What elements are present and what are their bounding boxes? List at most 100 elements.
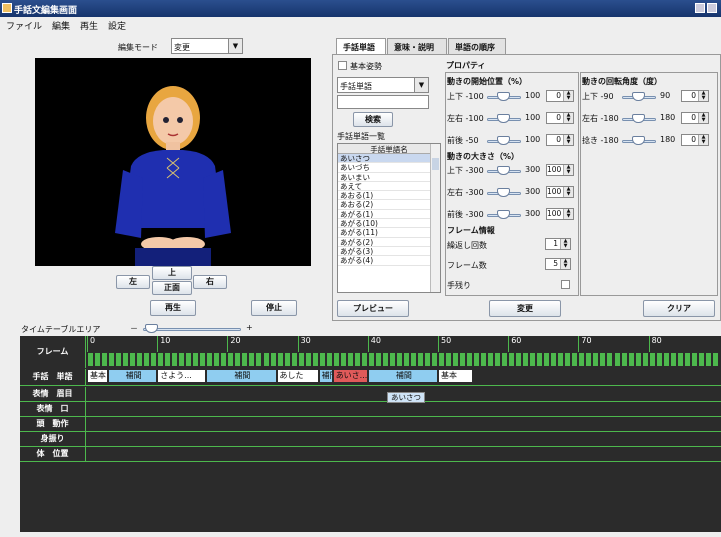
frame-cell[interactable] — [389, 353, 395, 366]
word-cell[interactable]: 補間 — [109, 370, 157, 382]
frame-cell[interactable] — [417, 353, 423, 366]
frame-cell[interactable] — [305, 353, 311, 366]
spinner-arrows-icon[interactable]: ▲ ▼ — [563, 209, 573, 219]
spinner-arrows-icon[interactable]: ▲ ▼ — [698, 135, 708, 145]
frame-cell[interactable] — [453, 353, 459, 366]
word-list-item[interactable]: あがる(1) — [338, 210, 440, 220]
frame-cell[interactable] — [193, 353, 199, 366]
frame-cell[interactable] — [165, 353, 171, 366]
frame-cell[interactable] — [712, 353, 718, 366]
frame-cell[interactable] — [431, 353, 437, 366]
property-slider[interactable] — [487, 166, 521, 176]
property-spinner[interactable]: 0 ▲ ▼ — [681, 90, 709, 102]
repeat-spinner[interactable]: 1 ▲ ▼ — [545, 238, 571, 250]
frame-cell[interactable] — [123, 353, 129, 366]
frame-cell[interactable] — [214, 353, 220, 366]
frame-cell[interactable] — [88, 353, 94, 366]
property-spinner[interactable]: 100 ▲ ▼ — [546, 208, 574, 220]
word-list-item[interactable]: あいまい — [338, 173, 440, 182]
property-spinner[interactable]: 0 ▲ ▼ — [681, 134, 709, 146]
frame-cell[interactable] — [474, 353, 480, 366]
frame-cell[interactable] — [270, 353, 276, 366]
frame-cell[interactable] — [186, 353, 192, 366]
word-cell[interactable]: さよう... — [158, 370, 206, 382]
property-spinner[interactable]: 0 ▲ ▼ — [546, 90, 574, 102]
frame-cell[interactable] — [333, 353, 339, 366]
word-cell[interactable]: 基本 — [439, 370, 473, 382]
word-list-item[interactable]: あがる(10) — [338, 219, 440, 229]
frame-cell[interactable] — [249, 353, 255, 366]
spinner-arrows-icon[interactable]: ▲ ▼ — [698, 113, 708, 123]
change-button[interactable]: 変更 — [489, 300, 561, 317]
frame-cell[interactable] — [509, 353, 515, 366]
timeline-zoom-slider[interactable] — [143, 324, 241, 334]
frame-cell[interactable] — [642, 353, 648, 366]
frame-cell[interactable] — [368, 353, 374, 366]
frame-cell[interactable] — [284, 353, 290, 366]
menu-settings[interactable]: 設定 — [108, 19, 126, 32]
spinner-arrows-icon[interactable]: ▲ ▼ — [563, 187, 573, 197]
frame-cell[interactable] — [172, 353, 178, 366]
frame-cell[interactable] — [424, 353, 430, 366]
frame-cell[interactable] — [460, 353, 466, 366]
property-slider[interactable] — [622, 92, 656, 102]
spinner-arrows-icon[interactable]: ▲ ▼ — [560, 259, 570, 269]
frame-cell[interactable] — [410, 353, 416, 366]
frame-cell[interactable] — [572, 353, 578, 366]
word-list-item[interactable]: あがる(2) — [338, 238, 440, 247]
frame-cell[interactable] — [537, 353, 543, 366]
menu-file[interactable]: ファイル — [6, 19, 42, 32]
frame-cell[interactable] — [95, 353, 101, 366]
frame-cell[interactable] — [242, 353, 248, 366]
menu-edit[interactable]: 編集 — [52, 19, 70, 32]
view-front-button[interactable]: 正面 — [152, 281, 192, 295]
frame-cell[interactable] — [579, 353, 585, 366]
frame-cell[interactable] — [551, 353, 557, 366]
frame-cell[interactable] — [565, 353, 571, 366]
view-left-button[interactable]: 左 — [116, 275, 150, 289]
frame-cell[interactable] — [495, 353, 501, 366]
frame-cell[interactable] — [326, 353, 332, 366]
frame-cell[interactable] — [593, 353, 599, 366]
frame-cell[interactable] — [312, 353, 318, 366]
frame-cell[interactable] — [663, 353, 669, 366]
frame-cell[interactable] — [439, 353, 445, 366]
frame-cell[interactable] — [607, 353, 613, 366]
word-cell[interactable]: あいさ... — [333, 370, 367, 382]
frame-cell[interactable] — [446, 353, 452, 366]
frame-cell[interactable] — [158, 353, 164, 366]
frame-cell[interactable] — [347, 353, 353, 366]
frame-cell[interactable] — [354, 353, 360, 366]
word-list-item[interactable]: あがる(3) — [338, 247, 440, 257]
frame-cell[interactable] — [109, 353, 115, 366]
edit-mode-select[interactable]: 変更 ▼ — [171, 38, 243, 54]
hold-checkbox[interactable] — [561, 280, 570, 289]
word-list-item[interactable]: あいづち — [338, 163, 440, 173]
word-list-item[interactable]: あえて — [338, 182, 440, 192]
frame-cell[interactable] — [586, 353, 592, 366]
frame-cell[interactable] — [151, 353, 157, 366]
frame-cell[interactable] — [628, 353, 634, 366]
tab-meaning[interactable]: 意味・説明 — [387, 38, 447, 54]
property-spinner[interactable]: 0 ▲ ▼ — [546, 112, 574, 124]
timeline-track-row[interactable]: 体 位置 — [20, 447, 721, 462]
frame-cell[interactable] — [375, 353, 381, 366]
clear-button[interactable]: クリア — [643, 300, 715, 317]
timeline-track-row[interactable]: 頭 動作 — [20, 417, 721, 432]
frame-cell[interactable] — [705, 353, 711, 366]
frame-cell[interactable] — [382, 353, 388, 366]
word-cell[interactable]: 基本 — [88, 370, 108, 382]
frame-cell[interactable] — [256, 353, 262, 366]
property-spinner[interactable]: 100 ▲ ▼ — [546, 164, 574, 176]
frame-cell[interactable] — [558, 353, 564, 366]
frame-cell[interactable] — [361, 353, 367, 366]
word-list[interactable]: 手話単語名 あいさつ あいづち あいまい あえて あおる(1) あおる(2) あがる(1) あ… — [337, 143, 441, 293]
property-slider[interactable] — [487, 188, 521, 198]
frame-cell[interactable] — [396, 353, 402, 366]
frame-cell[interactable] — [263, 353, 269, 366]
property-slider[interactable] — [487, 210, 521, 220]
word-list-scrollbar[interactable] — [430, 144, 440, 292]
frame-cell[interactable] — [670, 353, 676, 366]
frame-cell[interactable] — [691, 353, 697, 366]
frame-cell[interactable] — [200, 353, 206, 366]
